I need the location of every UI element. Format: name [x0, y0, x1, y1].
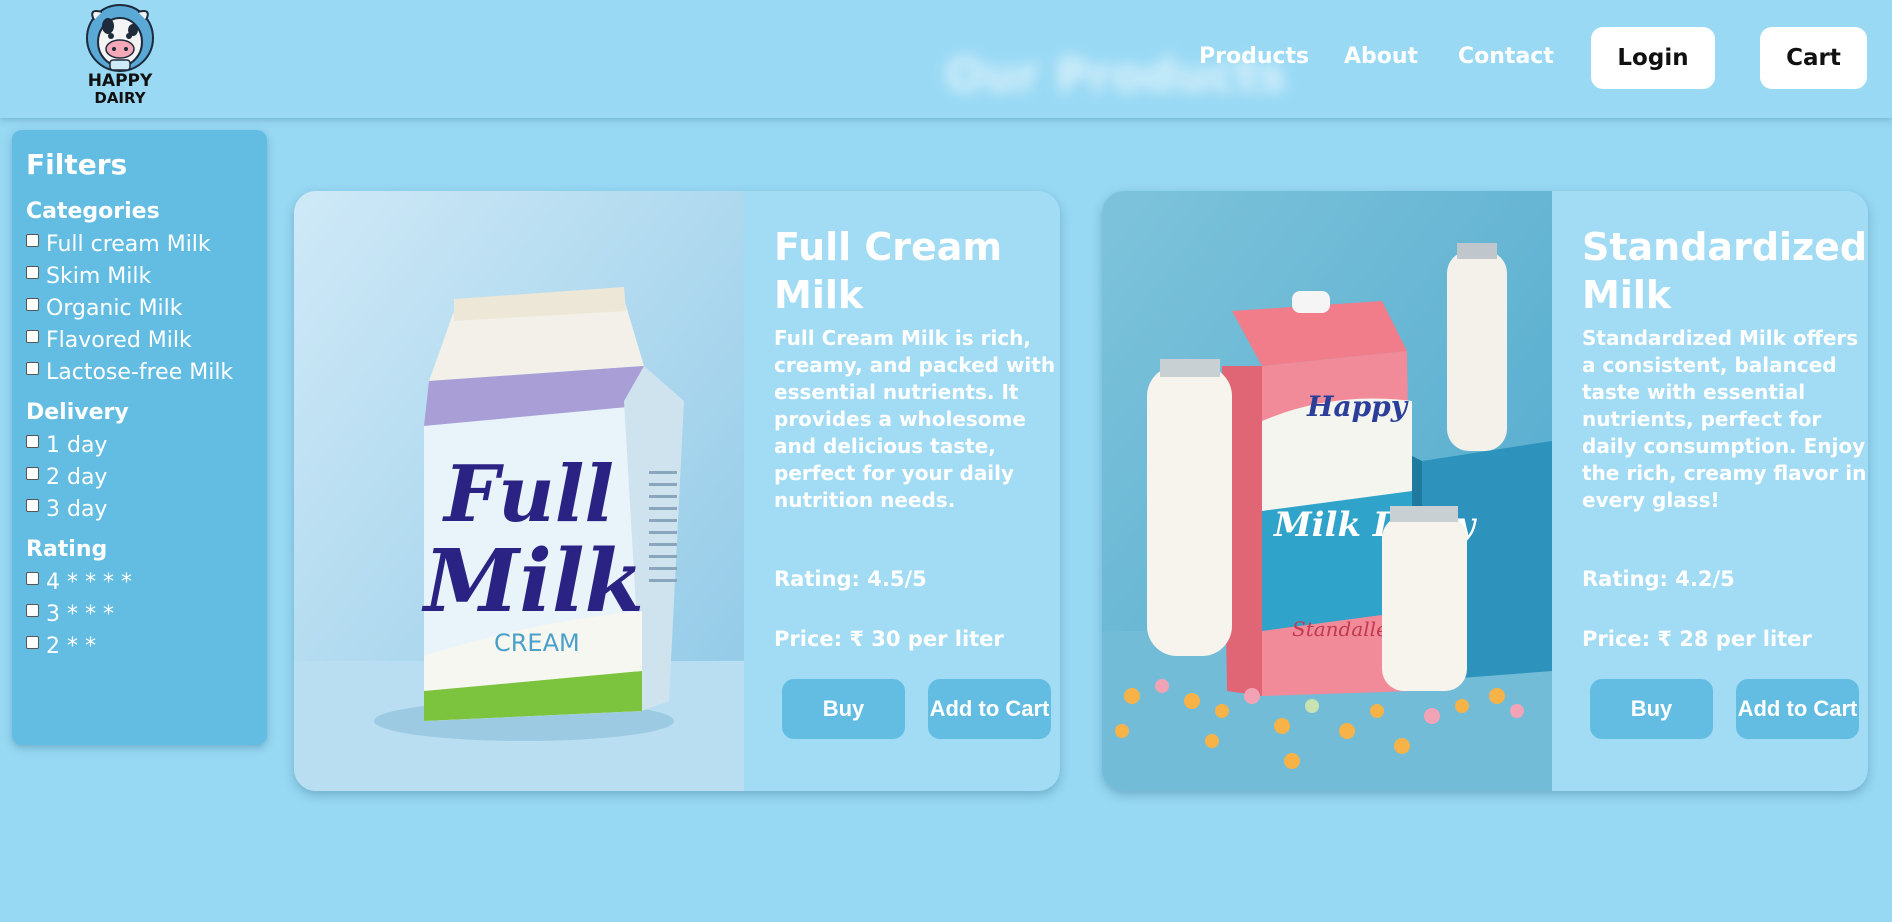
filter-label: Full cream Milk: [46, 231, 211, 257]
filter-label: 2 day: [46, 464, 108, 490]
product-description: Full Cream Milk is rich, creamy, and pac…: [774, 326, 1056, 512]
filter-label: Organic Milk: [46, 295, 183, 321]
filter-rating-2[interactable]: 2 * *: [26, 630, 253, 662]
logo-text: HAPPY DAIRY: [72, 73, 168, 107]
add-to-cart-button[interactable]: Add to Cart: [1736, 679, 1859, 739]
rating-group: Rating 4 * * * * 3 * * * 2 * *: [26, 537, 253, 662]
checkbox[interactable]: [26, 361, 39, 375]
filter-label: 3 * * *: [46, 601, 114, 627]
checkbox[interactable]: [26, 466, 39, 480]
checkbox[interactable]: [26, 635, 39, 649]
checkbox[interactable]: [26, 498, 39, 512]
filter-rating-3[interactable]: 3 * * *: [26, 598, 253, 630]
checkbox[interactable]: [26, 603, 39, 617]
filter-label: Flavored Milk: [46, 327, 192, 353]
product-price: Price: ₹ 28 per liter: [1582, 627, 1812, 651]
product-description: Standardized Milk offers a consistent, b…: [1582, 326, 1867, 512]
filter-label: Lactose-free Milk: [46, 359, 234, 385]
filter-delivery-2-day[interactable]: 2 day: [26, 461, 253, 493]
checkbox[interactable]: [26, 233, 39, 247]
cart-button[interactable]: Cart: [1760, 27, 1867, 89]
filter-label: 3 day: [46, 496, 108, 522]
filter-delivery-1-day[interactable]: 1 day: [26, 429, 253, 461]
carton-text-full: Full: [442, 449, 614, 540]
filter-skim-milk[interactable]: Skim Milk: [26, 260, 253, 292]
checkbox[interactable]: [26, 434, 39, 448]
nav-about[interactable]: About: [1344, 44, 1418, 69]
filter-label: 1 day: [46, 432, 108, 458]
filters-title: Filters: [26, 148, 128, 181]
checkbox[interactable]: [26, 297, 39, 311]
buy-button[interactable]: Buy: [1590, 679, 1713, 739]
site-header: HAPPY DAIRY Our Products Products About …: [0, 0, 1892, 118]
carton-brand: Happy: [1306, 390, 1409, 423]
delivery-group: Delivery 1 day 2 day 3 day: [26, 400, 253, 525]
nav-products[interactable]: Products: [1199, 44, 1309, 69]
filters-sidebar: Filters Categories Full cream Milk Skim …: [12, 130, 267, 745]
login-button[interactable]: Login: [1591, 27, 1715, 89]
categories-heading: Categories: [26, 199, 160, 224]
filter-label: Skim Milk: [46, 263, 152, 289]
logo-line-1: HAPPY: [87, 71, 153, 91]
filter-lactose-free-milk[interactable]: Lactose-free Milk: [26, 356, 253, 388]
filter-delivery-3-day[interactable]: 3 day: [26, 493, 253, 525]
product-title: Standardized Milk: [1582, 225, 1868, 317]
product-rating: Rating: 4.5/5: [774, 567, 927, 591]
checkbox[interactable]: [26, 265, 39, 279]
carton-text-cream: CREAM: [494, 629, 580, 657]
filter-organic-milk[interactable]: Organic Milk: [26, 292, 253, 324]
filter-rating-4[interactable]: 4 * * * *: [26, 566, 253, 598]
carton-sub: Standalle: [1292, 617, 1388, 641]
product-card: Happy Milk Dairy Standalle Standardized …: [1102, 191, 1868, 791]
nav-contact[interactable]: Contact: [1458, 44, 1554, 69]
carton-text-milk: Milk: [421, 531, 644, 632]
filter-label: 2 * *: [46, 633, 96, 659]
filter-label: 4 * * * *: [46, 569, 132, 595]
product-price: Price: ₹ 30 per liter: [774, 627, 1004, 651]
full-cream-milk-carton-image: Full Milk CREAM: [294, 191, 744, 791]
rating-heading: Rating: [26, 537, 108, 562]
checkbox[interactable]: [26, 571, 39, 585]
product-title: Full Cream Milk: [774, 225, 1003, 317]
standardized-milk-image: Happy Milk Dairy Standalle: [1102, 191, 1552, 791]
product-card: Full Milk CREAM Full Cream Milk Full Cre…: [294, 191, 1060, 791]
filter-flavored-milk[interactable]: Flavored Milk: [26, 324, 253, 356]
filter-full-cream-milk[interactable]: Full cream Milk: [26, 228, 253, 260]
add-to-cart-button[interactable]: Add to Cart: [928, 679, 1051, 739]
categories-group: Categories Full cream Milk Skim Milk Org…: [26, 199, 253, 388]
checkbox[interactable]: [26, 329, 39, 343]
logo-line-2: DAIRY: [94, 89, 146, 107]
buy-button[interactable]: Buy: [782, 679, 905, 739]
product-rating: Rating: 4.2/5: [1582, 567, 1735, 591]
delivery-heading: Delivery: [26, 400, 129, 425]
